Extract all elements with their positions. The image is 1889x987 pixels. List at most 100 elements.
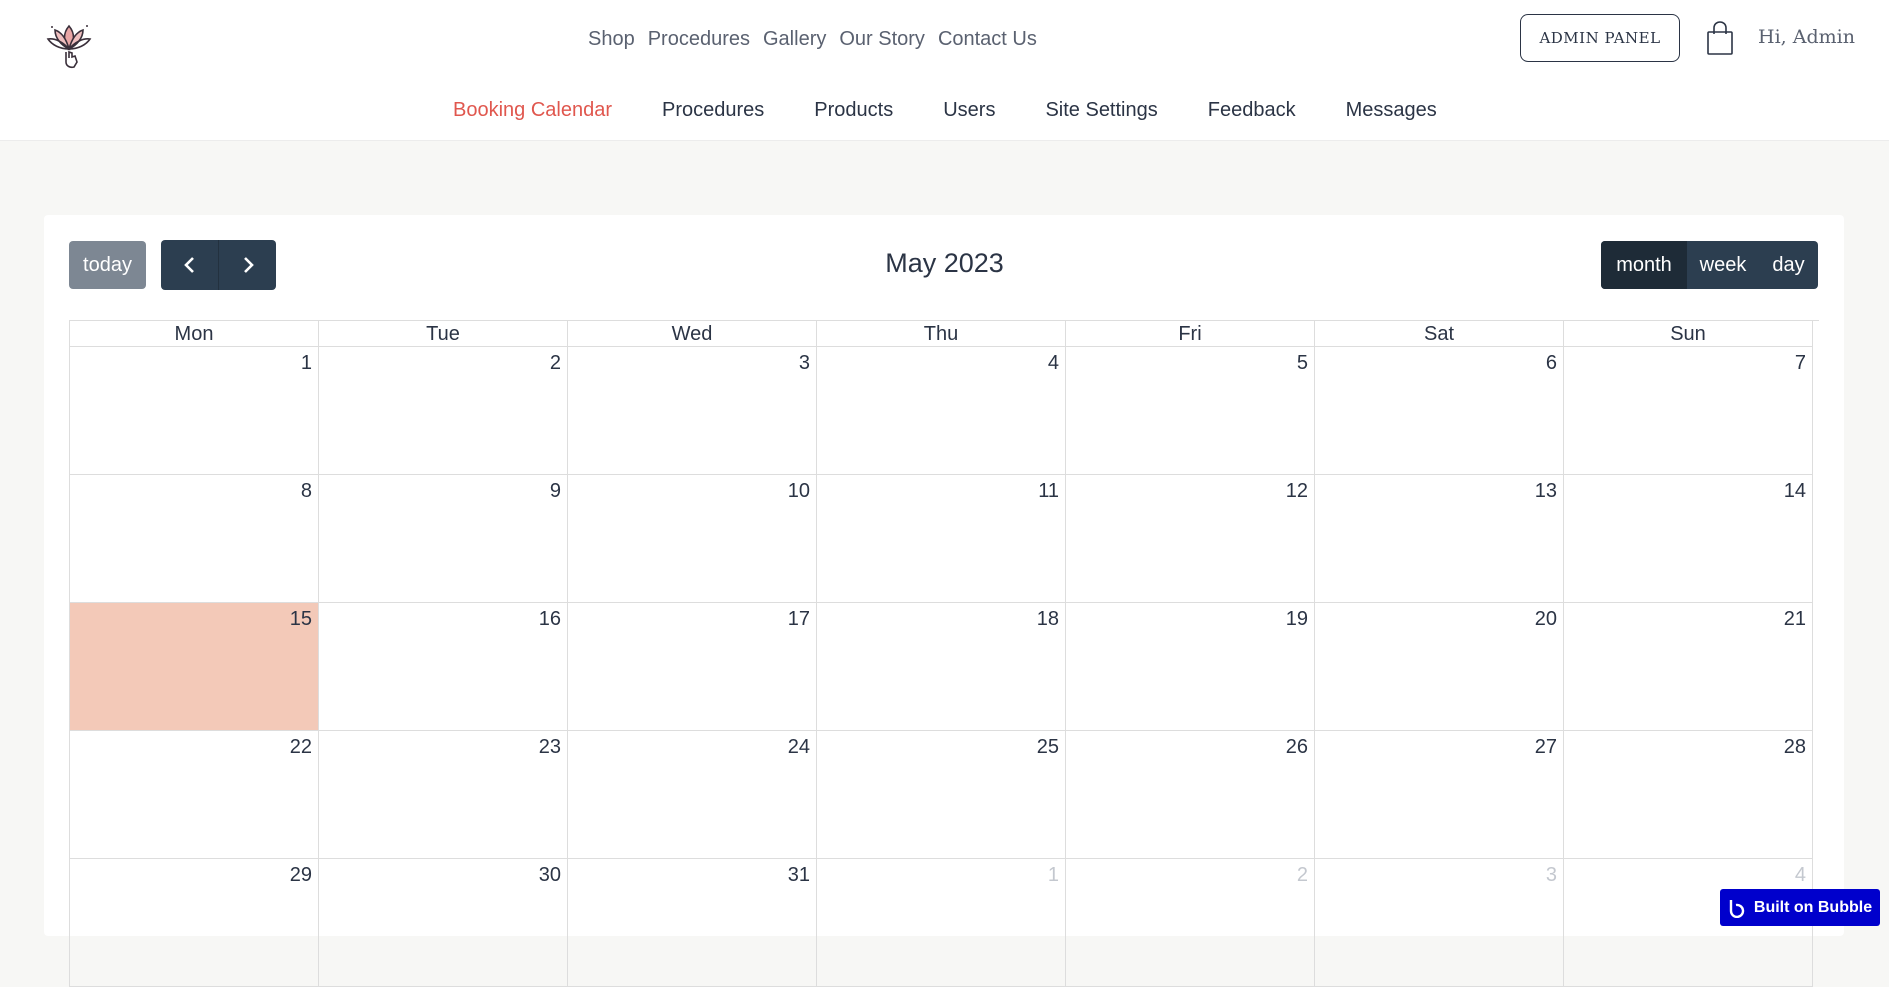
day-number: 16 (538, 608, 561, 630)
week-row: 8 9 10 11 12 13 14 (70, 475, 1819, 603)
weekday-header: Thu (817, 321, 1066, 347)
day-number: 1 (1047, 864, 1059, 886)
day-number: 24 (787, 736, 810, 758)
week-row: 22 23 24 25 26 27 28 (70, 731, 1819, 859)
view-week-button[interactable]: week (1687, 241, 1759, 289)
day-number: 12 (1285, 480, 1308, 502)
day-number: 23 (538, 736, 561, 758)
subnav-messages[interactable]: Messages (1346, 99, 1437, 122)
weekday-header: Wed (568, 321, 817, 347)
day-number: 9 (549, 480, 561, 502)
day-number: 31 (787, 864, 810, 886)
day-cell[interactable]: 19 (1066, 603, 1315, 731)
top-header: Shop Procedures Gallery Our Story Contac… (0, 0, 1889, 85)
day-cell[interactable]: 28 (1564, 731, 1813, 859)
day-number: 11 (1038, 480, 1059, 502)
view-month-button[interactable]: month (1601, 241, 1687, 289)
month-grid: Mon Tue Wed Thu Fri Sat Sun 1 2 3 4 5 6 7 8 9 10 1… (69, 320, 1819, 987)
nav-shop[interactable]: Shop (588, 28, 635, 51)
day-cell[interactable]: 30 (319, 859, 568, 987)
subnav-users[interactable]: Users (943, 99, 995, 122)
day-cell[interactable]: 18 (817, 603, 1066, 731)
day-cell[interactable]: 1 (817, 859, 1066, 987)
day-cell[interactable]: 12 (1066, 475, 1315, 603)
week-row: 1 2 3 4 5 6 7 (70, 347, 1819, 475)
day-number: 8 (300, 480, 312, 502)
day-number: 1 (300, 352, 312, 374)
day-cell[interactable]: 25 (817, 731, 1066, 859)
badge-label: Built on Bubble (1753, 898, 1873, 916)
day-number: 4 (1794, 864, 1806, 886)
admin-subnav: Booking Calendar Procedures Products Use… (0, 84, 1889, 141)
day-cell[interactable]: 11 (817, 475, 1066, 603)
admin-panel-button[interactable]: ADMIN PANEL (1520, 14, 1680, 62)
day-number: 7 (1794, 352, 1806, 374)
day-number: 25 (1036, 736, 1059, 758)
day-cell[interactable]: 8 (70, 475, 319, 603)
day-cell[interactable]: 2 (1066, 859, 1315, 987)
day-cell[interactable]: 13 (1315, 475, 1564, 603)
day-number: 13 (1534, 480, 1557, 502)
lotus-logo-icon[interactable] (44, 18, 94, 70)
subnav-procedures[interactable]: Procedures (662, 99, 764, 122)
day-number: 29 (289, 864, 312, 886)
day-cell[interactable]: 24 (568, 731, 817, 859)
day-number: 22 (289, 736, 312, 758)
day-cell[interactable]: 10 (568, 475, 817, 603)
nav-gallery[interactable]: Gallery (763, 28, 826, 51)
weekday-header: Tue (319, 321, 568, 347)
day-number: 3 (1545, 864, 1557, 886)
day-number: 17 (787, 608, 810, 630)
day-number: 20 (1534, 608, 1557, 630)
day-cell[interactable]: 15 (70, 603, 319, 731)
shopping-bag-icon[interactable] (1706, 20, 1734, 56)
nav-contact-us[interactable]: Contact Us (938, 28, 1037, 51)
day-cell[interactable]: 29 (70, 859, 319, 987)
subnav-site-settings[interactable]: Site Settings (1045, 99, 1157, 122)
day-cell[interactable]: 16 (319, 603, 568, 731)
day-number: 3 (798, 352, 810, 374)
day-cell[interactable]: 21 (1564, 603, 1813, 731)
weekday-header: Sat (1315, 321, 1564, 347)
day-cell[interactable]: 23 (319, 731, 568, 859)
weekday-header-row: Mon Tue Wed Thu Fri Sat Sun (70, 321, 1819, 347)
day-cell[interactable]: 20 (1315, 603, 1564, 731)
subnav-feedback[interactable]: Feedback (1208, 99, 1296, 122)
view-day-button[interactable]: day (1759, 241, 1818, 289)
day-number: 26 (1285, 736, 1308, 758)
day-number: 14 (1783, 480, 1806, 502)
day-cell[interactable]: 2 (319, 347, 568, 475)
day-number: 6 (1545, 352, 1557, 374)
subnav-products[interactable]: Products (814, 99, 893, 122)
day-cell[interactable]: 3 (568, 347, 817, 475)
day-cell[interactable]: 7 (1564, 347, 1813, 475)
day-cell[interactable]: 3 (1315, 859, 1564, 987)
day-cell[interactable]: 5 (1066, 347, 1315, 475)
day-number: 5 (1296, 352, 1308, 374)
day-cell[interactable]: 31 (568, 859, 817, 987)
day-number: 27 (1534, 736, 1557, 758)
subnav-booking-calendar[interactable]: Booking Calendar (453, 99, 612, 122)
day-number: 2 (1296, 864, 1308, 886)
nav-procedures[interactable]: Procedures (648, 28, 750, 51)
day-number: 19 (1285, 608, 1308, 630)
day-number: 10 (787, 480, 810, 502)
day-cell[interactable]: 22 (70, 731, 319, 859)
main-nav: Shop Procedures Gallery Our Story Contac… (588, 28, 1050, 51)
user-greeting[interactable]: Hi, Admin (1758, 26, 1855, 48)
day-cell[interactable]: 27 (1315, 731, 1564, 859)
nav-our-story[interactable]: Our Story (839, 28, 925, 51)
built-on-bubble-badge[interactable]: Built on Bubble (1720, 889, 1880, 926)
day-cell[interactable]: 6 (1315, 347, 1564, 475)
day-number: 28 (1783, 736, 1806, 758)
week-row: 29 30 31 1 2 3 4 (70, 859, 1819, 987)
day-cell[interactable]: 9 (319, 475, 568, 603)
day-cell[interactable]: 14 (1564, 475, 1813, 603)
day-cell[interactable]: 1 (70, 347, 319, 475)
day-cell[interactable]: 26 (1066, 731, 1315, 859)
day-cell[interactable]: 17 (568, 603, 817, 731)
day-number: 4 (1047, 352, 1059, 374)
day-number: 15 (289, 608, 312, 630)
day-number: 30 (538, 864, 561, 886)
day-cell[interactable]: 4 (817, 347, 1066, 475)
